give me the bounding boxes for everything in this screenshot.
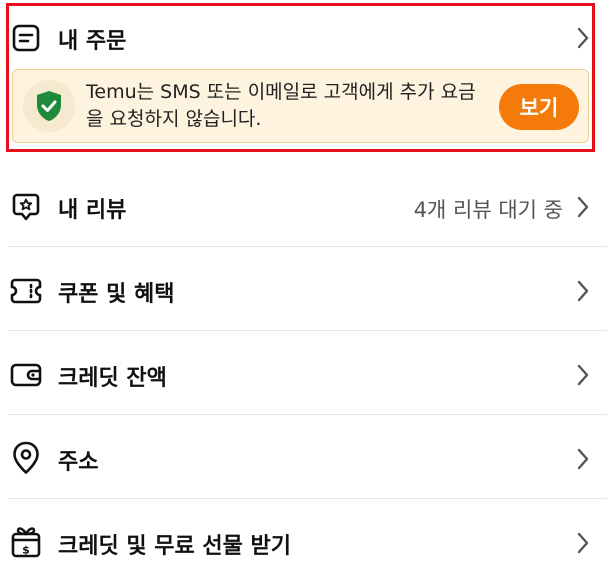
wallet-icon xyxy=(10,359,42,391)
divider xyxy=(8,414,607,415)
menu-item-label: 내 리뷰 xyxy=(58,198,127,223)
svg-text:$: $ xyxy=(22,544,30,557)
divider xyxy=(8,330,607,331)
menu-item-credit-balance[interactable]: 크레딧 잔액 xyxy=(0,350,607,400)
review-pending-count: 4개 리뷰 대기 중 xyxy=(413,198,563,222)
menu-item-address[interactable]: 주소 xyxy=(0,434,607,484)
menu-item-credits-free-gifts[interactable]: $ 크레딧 및 무료 선물 받기 xyxy=(0,518,607,568)
menu-item-label: 크레딧 잔액 xyxy=(58,366,167,391)
menu-item-label: 크레딧 및 무료 선물 받기 xyxy=(58,534,292,559)
account-menu-page: 내 주문 Temu는 SMS 또는 이메일로 고객에게 추가 요금을 요청하지 … xyxy=(0,0,607,577)
divider xyxy=(8,498,607,499)
gift-icon: $ xyxy=(10,525,42,558)
coupon-icon xyxy=(10,275,42,307)
chevron-right-icon xyxy=(573,192,593,222)
chevron-right-icon xyxy=(573,444,593,474)
highlight-frame xyxy=(6,3,595,152)
menu-item-coupons[interactable]: 쿠폰 및 혜택 xyxy=(0,266,607,316)
menu-item-my-reviews[interactable]: 내 리뷰 4개 리뷰 대기 중 xyxy=(0,182,607,232)
review-star-icon xyxy=(10,191,42,223)
location-pin-icon xyxy=(10,441,42,474)
chevron-right-icon xyxy=(573,276,593,306)
menu-item-label: 쿠폰 및 혜택 xyxy=(58,282,175,307)
chevron-right-icon xyxy=(573,528,593,558)
menu-item-label: 주소 xyxy=(58,450,99,475)
chevron-right-icon xyxy=(573,360,593,390)
divider xyxy=(8,246,607,247)
